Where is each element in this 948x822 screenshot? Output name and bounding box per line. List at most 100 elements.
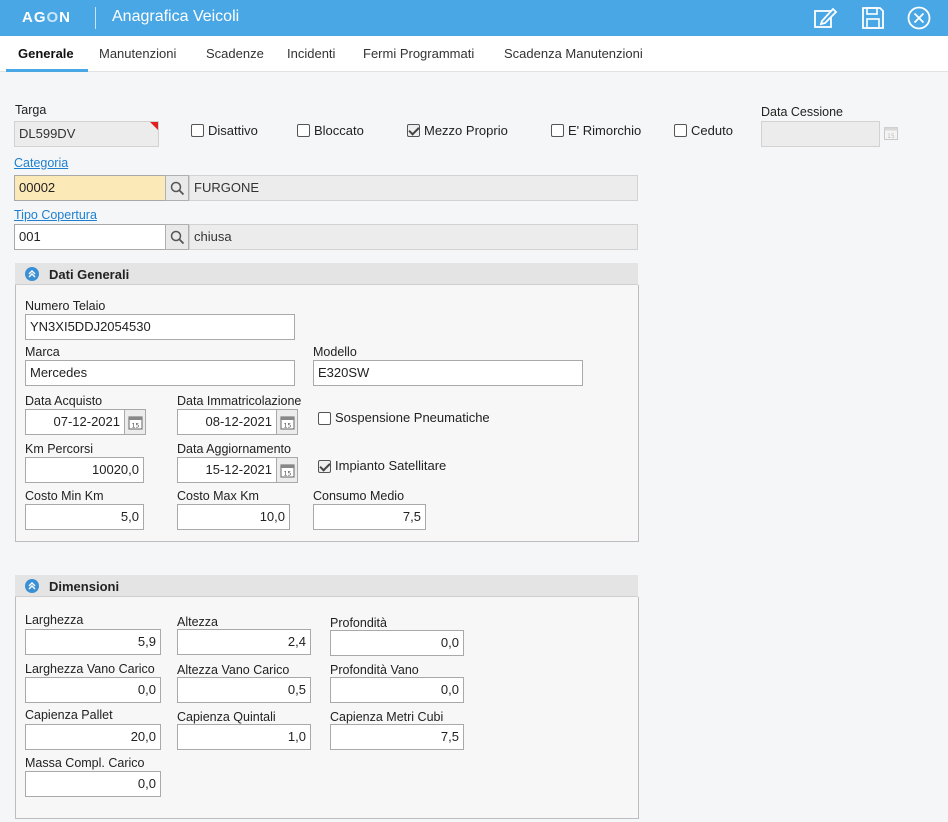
consumo-medio-field[interactable]: 7,5 (313, 504, 426, 530)
calendar-icon: 15 (280, 416, 295, 430)
dimensioni-title: Dimensioni (49, 579, 120, 594)
calendar-icon: 15 (128, 416, 143, 430)
ceduto-checkbox[interactable] (674, 124, 687, 137)
data-acquisto-calendar-button[interactable]: 15 (124, 409, 146, 435)
data-aggiornamento-label: Data Aggiornamento (177, 442, 291, 456)
capienza-metri-label: Capienza Metri Cubi (330, 710, 444, 724)
search-icon (170, 230, 185, 245)
massa-field[interactable]: 0,0 (25, 771, 161, 797)
active-tab-indicator (6, 69, 88, 72)
profondita-vano-field[interactable]: 0,0 (330, 677, 464, 703)
larghezza-vano-field[interactable]: 0,0 (25, 677, 161, 703)
capienza-metri-field[interactable]: 7,5 (330, 724, 464, 750)
impianto-satellitare-checkbox[interactable] (318, 460, 331, 473)
disattivo-label: Disattivo (208, 123, 258, 138)
targa-value: DL599DV (19, 126, 76, 141)
rimorchio-checkbox[interactable] (551, 124, 564, 137)
save-icon[interactable] (860, 5, 886, 31)
data-immatricolazione-label: Data Immatricolazione (177, 394, 302, 408)
tab-incidenti[interactable]: Incidenti (287, 46, 335, 61)
title-separator (95, 7, 96, 29)
numero-telaio-field[interactable]: YN3XI5DDJ2054530 (25, 314, 295, 340)
calendar-icon: 15 (280, 464, 295, 478)
capienza-quintali-field[interactable]: 1,0 (177, 724, 311, 750)
svg-text:15: 15 (284, 471, 292, 478)
disattivo-checkbox[interactable] (191, 124, 204, 137)
altezza-vano-label: Altezza Vano Carico (177, 663, 290, 677)
km-percorsi-field[interactable]: 10020,0 (25, 457, 144, 483)
agon-logo: AGON (22, 9, 72, 26)
profondita-vano-label: Profondità Vano (330, 663, 419, 677)
title-bar: AGON Anagrafica Veicoli (0, 0, 948, 36)
larghezza-label: Larghezza (25, 613, 84, 627)
tipo-copertura-desc-field: chiusa (189, 224, 638, 250)
larghezza-field[interactable]: 5,9 (25, 629, 161, 655)
data-cessione-label: Data Cessione (761, 105, 843, 119)
capienza-pallet-field[interactable]: 20,0 (25, 724, 161, 750)
collapse-icon[interactable] (25, 267, 39, 281)
costo-max-field[interactable]: 10,0 (177, 504, 290, 530)
tab-manutenzioni[interactable]: Manutenzioni (99, 46, 176, 61)
profondita-label: Profondità (330, 616, 387, 630)
bloccato-label: Bloccato (314, 123, 364, 138)
capienza-quintali-label: Capienza Quintali (177, 710, 276, 724)
mezzo-proprio-label: Mezzo Proprio (424, 123, 508, 138)
dati-generali-title: Dati Generali (49, 267, 130, 282)
required-marker (150, 122, 158, 130)
collapse-icon[interactable] (25, 579, 39, 593)
capienza-pallet-label: Capienza Pallet (25, 708, 113, 722)
categoria-link[interactable]: Categoria (14, 156, 68, 170)
search-icon (170, 181, 185, 196)
tab-scadenze[interactable]: Scadenze (206, 46, 264, 61)
tab-generale[interactable]: Generale (18, 46, 74, 61)
data-cessione-field[interactable] (761, 121, 880, 147)
ceduto-label: Ceduto (691, 123, 733, 138)
km-percorsi-label: Km Percorsi (25, 442, 94, 456)
svg-text:15: 15 (132, 423, 140, 430)
larghezza-vano-label: Larghezza Vano Carico (25, 662, 155, 676)
altezza-field[interactable]: 2,4 (177, 629, 311, 655)
rimorchio-label: E' Rimorchio (568, 123, 642, 138)
data-acquisto-label: Data Acquisto (25, 394, 103, 408)
targa-field[interactable]: DL599DV (14, 121, 159, 147)
altezza-label: Altezza (177, 615, 218, 629)
categoria-desc-field: FURGONE (189, 175, 638, 201)
tipo-copertura-search-button[interactable] (165, 224, 189, 250)
marca-label: Marca (25, 345, 60, 359)
massa-label: Massa Compl. Carico (25, 756, 145, 770)
costo-min-label: Costo Min Km (25, 489, 104, 503)
categoria-code-field[interactable]: 00002 (14, 175, 166, 201)
sospensione-checkbox[interactable] (318, 412, 331, 425)
page-title: Anagrafica Veicoli (112, 8, 240, 25)
data-immatricolazione-calendar-button[interactable]: 15 (276, 409, 298, 435)
profondita-field[interactable]: 0,0 (330, 630, 464, 656)
tipo-copertura-link[interactable]: Tipo Copertura (14, 208, 97, 222)
categoria-search-button[interactable] (165, 175, 189, 201)
modello-label: Modello (313, 345, 357, 359)
dati-generali-header[interactable]: Dati Generali (15, 263, 638, 285)
calendar-icon[interactable]: 15 (883, 125, 899, 141)
data-immatricolazione-field[interactable]: 08-12-2021 (177, 409, 277, 435)
tab-scadenza-manutenzioni[interactable]: Scadenza Manutenzioni (504, 46, 643, 61)
edit-icon[interactable] (812, 5, 838, 31)
svg-text:15: 15 (887, 133, 895, 140)
marca-field[interactable]: Mercedes (25, 360, 295, 386)
data-aggiornamento-calendar-button[interactable]: 15 (276, 457, 298, 483)
impianto-satellitare-label: Impianto Satellitare (335, 458, 447, 473)
costo-min-field[interactable]: 5,0 (25, 504, 144, 530)
tab-bar: Generale Manutenzioni Scadenze Incidenti… (0, 36, 948, 72)
sospensione-label: Sospensione Pneumatiche (335, 410, 490, 425)
dimensioni-header[interactable]: Dimensioni (15, 575, 638, 597)
close-icon[interactable] (906, 5, 932, 31)
svg-text:15: 15 (284, 423, 292, 430)
tab-fermi-programmati[interactable]: Fermi Programmati (363, 46, 474, 61)
targa-label: Targa (15, 103, 47, 117)
altezza-vano-field[interactable]: 0,5 (177, 677, 311, 703)
modello-field[interactable]: E320SW (313, 360, 583, 386)
data-aggiornamento-field[interactable]: 15-12-2021 (177, 457, 277, 483)
mezzo-proprio-checkbox[interactable] (407, 124, 420, 137)
numero-telaio-label: Numero Telaio (25, 299, 106, 313)
bloccato-checkbox[interactable] (297, 124, 310, 137)
data-acquisto-field[interactable]: 07-12-2021 (25, 409, 125, 435)
tipo-copertura-code-field[interactable]: 001 (14, 224, 166, 250)
